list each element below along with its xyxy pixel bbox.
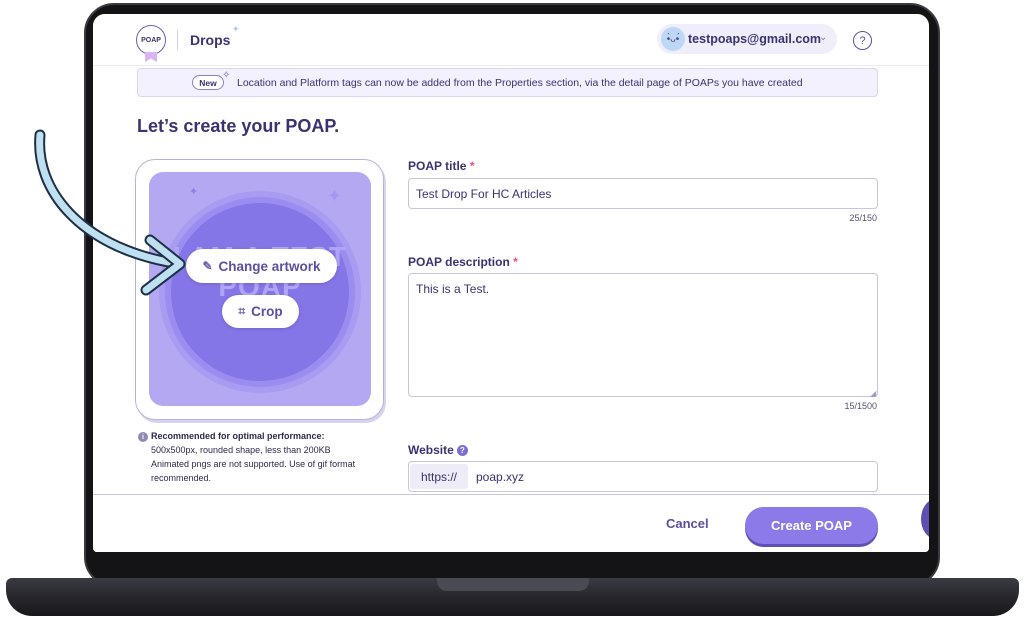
- form-footer: Cancel Create POAP: [93, 494, 929, 552]
- logo-ribbon: [145, 52, 157, 62]
- recommendation-line: recommended.: [151, 473, 212, 483]
- laptop-notch: [437, 578, 589, 591]
- recommendation-line: Animated pngs are not supported. Use of …: [151, 459, 356, 469]
- crop-label: Crop: [251, 304, 283, 319]
- top-header: POAP Drops ✦ •̀ᴗ•́ testpoaps@gmail.com ⌄…: [93, 14, 929, 66]
- edit-icon: ✎: [202, 259, 213, 273]
- url-prefix: https://: [410, 464, 468, 489]
- change-artwork-label: Change artwork: [218, 258, 321, 274]
- description-counter: 15/1500: [844, 401, 877, 411]
- description-textarea[interactable]: This is a Test.: [408, 273, 878, 397]
- avatar: •̀ᴗ•́: [661, 27, 685, 51]
- title-input[interactable]: Test Drop For HC Articles: [408, 178, 878, 209]
- sparkle-icon: ✦: [327, 186, 343, 206]
- change-artwork-button[interactable]: ✎ Change artwork: [186, 249, 337, 283]
- crop-icon: ⌗: [238, 304, 246, 318]
- chevron-down-icon: ⌄: [819, 32, 828, 43]
- announcement-banner: New ✧ Location and Platform tags can now…: [137, 68, 878, 97]
- account-menu[interactable]: •̀ᴗ•́ testpoaps@gmail.com ⌄: [657, 24, 837, 54]
- section-title[interactable]: Drops: [190, 32, 230, 48]
- cancel-button[interactable]: Cancel: [666, 516, 709, 531]
- help-icon[interactable]: ?: [456, 445, 468, 456]
- website-label: Website?: [408, 443, 468, 457]
- description-label: POAP description *: [408, 255, 518, 269]
- resize-handle-icon[interactable]: ◢: [870, 389, 876, 398]
- recommendation-title: Recommended for optimal performance:: [151, 431, 325, 441]
- sparkle-icon: ✦: [189, 186, 199, 198]
- website-input[interactable]: https:// poap.xyz: [408, 461, 878, 492]
- info-icon: i: [138, 432, 148, 442]
- app-screen: POAP Drops ✦ •̀ᴗ•́ testpoaps@gmail.com ⌄…: [93, 14, 929, 552]
- header-divider: [177, 30, 178, 50]
- account-email: testpoaps@gmail.com: [688, 32, 822, 46]
- page-title: Let’s create your POAP.: [137, 116, 340, 136]
- url-value: poap.xyz: [476, 470, 525, 484]
- artwork-preview: ✦ ✦ I AM A TEST POAP: [149, 172, 371, 406]
- crop-button[interactable]: ⌗ Crop: [222, 295, 299, 328]
- create-poap-button[interactable]: Create POAP: [745, 507, 878, 544]
- title-counter: 25/150: [849, 213, 877, 223]
- poap-logo[interactable]: POAP: [136, 25, 166, 55]
- banner-message: Location and Platform tags can now be ad…: [237, 77, 803, 89]
- new-badge: New: [192, 75, 224, 90]
- laptop-mockup: POAP Drops ✦ •̀ᴗ•́ testpoaps@gmail.com ⌄…: [0, 0, 1025, 624]
- title-label: POAP title *: [408, 159, 475, 173]
- sparkle-icon: ✧: [222, 70, 231, 81]
- question-circle-icon[interactable]: ?: [853, 31, 872, 50]
- recommendation-line: 500x500px, rounded shape, less than 200K…: [151, 445, 331, 455]
- sparkle-icon: ✦: [232, 24, 240, 34]
